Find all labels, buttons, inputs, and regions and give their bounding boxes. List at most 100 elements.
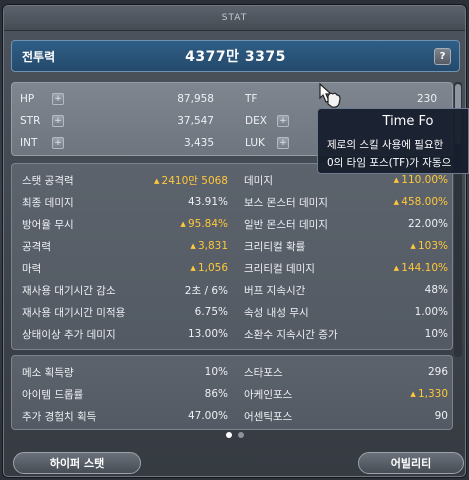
page-dot-2[interactable] <box>237 432 244 438</box>
stat-label: 소환수 지속시간 증가 <box>244 328 338 341</box>
stat-label: DEX <box>245 115 267 127</box>
stat-value: 95.84% <box>180 218 228 230</box>
detail-row: 보스 몬스터 데미지 458.00% <box>244 192 448 212</box>
combat-power-value: 4377만 3375 <box>185 49 286 65</box>
stat-label: 추가 경험치 획득 <box>22 410 97 423</box>
stat-label: 크리티컬 확률 <box>244 240 306 253</box>
stat-value: 110.00% <box>394 174 448 186</box>
stat-label: 버프 지속시간 <box>244 284 306 297</box>
plus-icon[interactable]: + <box>277 137 289 149</box>
detail-stats-panel: 스탯 공격력 2410만 5068 데미지 110.00% 최종 데미지 43.… <box>11 163 453 350</box>
stat-value: 458.00% <box>394 196 448 208</box>
plus-icon[interactable]: + <box>52 115 64 127</box>
hand-cursor-icon <box>319 82 341 108</box>
detail-row: 속성 내성 무시 1.00% <box>244 302 448 322</box>
stat-value: 90 <box>434 410 448 422</box>
stat-value: 22.00% <box>407 218 448 230</box>
stat-value: 10% <box>424 328 448 340</box>
stat-label: 크리티컬 데미지 <box>244 262 315 275</box>
ability-button[interactable]: 어빌리티 <box>358 452 464 474</box>
stat-label: 데미지 <box>244 174 273 187</box>
stat-value: 2초 / 6% <box>184 284 228 297</box>
detail-row: 상태이상 추가 데미지 13.00% <box>22 324 228 344</box>
page-indicator <box>4 432 465 438</box>
stat-value: 87,958 <box>177 93 214 105</box>
stat-label: 보스 몬스터 데미지 <box>244 196 328 209</box>
detail-row: 최종 데미지 43.91% <box>22 192 228 212</box>
stat-value: 296 <box>427 366 448 378</box>
detail-row: 방어율 무시 95.84% <box>22 214 228 234</box>
detail-row: 스탯 공격력 2410만 5068 <box>22 170 228 190</box>
stat-value: 6.75% <box>194 306 228 318</box>
stat-row-hp: HP + 87,958 <box>20 89 214 109</box>
stat-label: 방어율 무시 <box>22 218 74 231</box>
stat-value: 3,435 <box>183 137 214 149</box>
stat-label: 어센틱포스 <box>244 410 293 423</box>
stat-label: 공격력 <box>22 240 51 253</box>
detail-row: 마력 1,056 <box>22 258 228 278</box>
stat-label: 아케인포스 <box>244 388 293 401</box>
tooltip-line-1: 제로의 스킬 사용에 필요한 <box>327 139 444 151</box>
detail-row: 크리티컬 데미지 144.10% <box>244 258 448 278</box>
stat-label: 재사용 대기시간 미적용 <box>22 306 126 319</box>
detail-row: 일반 몬스터 데미지 22.00% <box>244 214 448 234</box>
stat-value: 3,831 <box>190 240 228 252</box>
stat-label: 마력 <box>22 262 42 275</box>
detail-row: 소환수 지속시간 증가 10% <box>244 324 448 344</box>
window-title[interactable]: STAT <box>4 6 465 31</box>
stat-value: 1,056 <box>190 262 228 274</box>
stat-value: 1.00% <box>414 306 448 318</box>
stat-value: 230 <box>416 93 437 105</box>
detail-row: 재사용 대기시간 감소 2초 / 6% <box>22 280 228 300</box>
stat-label: 아이템 드롭률 <box>22 388 84 401</box>
tooltip-title: Time Fo <box>382 114 434 129</box>
tooltip-line-2: 0의 타임 포스(TF)가 자동으 <box>327 157 452 169</box>
hyper-stat-button[interactable]: 하이퍼 스탯 <box>13 452 141 474</box>
stat-value: 13.00% <box>187 328 228 340</box>
tooltip: Time Fo 제로의 스킬 사용에 필요한 0의 타임 포스(TF)가 자동으 <box>317 108 469 174</box>
extra-row: 추가 경험치 획득 47.00% <box>22 406 228 426</box>
stat-row-str: STR + 37,547 <box>20 111 214 131</box>
stat-label: LUK <box>245 137 265 149</box>
stat-label: STR <box>20 115 41 127</box>
stat-label: 메소 획득량 <box>22 366 74 379</box>
stat-value: 144.10% <box>394 262 448 274</box>
stat-value: 47.00% <box>187 410 228 422</box>
stat-value: 48% <box>424 284 448 296</box>
stat-label: 상태이상 추가 데미지 <box>22 328 116 341</box>
extra-row: 어센틱포스 90 <box>244 406 448 426</box>
stat-value: 1,330 <box>410 388 448 400</box>
stat-label: 최종 데미지 <box>22 196 74 209</box>
stat-label: 스타포스 <box>244 366 283 379</box>
extra-row: 메소 획득량 10% <box>22 362 228 382</box>
extra-row: 스타포스 296 <box>244 362 448 382</box>
stat-row-int: INT + 3,435 <box>20 133 214 153</box>
stat-window: STAT 전투력 4377만 3375 ? HP + 87,958 TF 230… <box>3 5 466 477</box>
combat-power-bar: 전투력 4377만 3375 ? <box>11 40 460 72</box>
extra-row: 아케인포스 1,330 <box>244 384 448 404</box>
detail-row: 버프 지속시간 48% <box>244 280 448 300</box>
plus-icon[interactable]: + <box>52 137 64 149</box>
stat-label: INT <box>20 137 38 149</box>
stat-value: 86% <box>204 388 228 400</box>
stat-label: 스탯 공격력 <box>22 174 74 187</box>
extra-stats-panel: 메소 획득량 10% 스타포스 296 아이템 드롭률 86% 아케인포스 1,… <box>11 355 453 430</box>
stat-value: 43.91% <box>187 196 228 208</box>
stat-value: 37,547 <box>177 115 214 127</box>
detail-row: 재사용 대기시간 미적용 6.75% <box>22 302 228 322</box>
stat-label: 속성 내성 무시 <box>244 306 309 319</box>
stat-value: 103% <box>410 240 448 252</box>
stat-value: 2410만 5068 <box>154 173 228 188</box>
plus-icon[interactable]: + <box>277 115 289 127</box>
stat-label: HP <box>20 93 35 105</box>
stat-label: 일반 몬스터 데미지 <box>244 218 328 231</box>
detail-row: 크리티컬 확률 103% <box>244 236 448 256</box>
extra-row: 아이템 드롭률 86% <box>22 384 228 404</box>
stat-value: 10% <box>204 366 228 378</box>
stat-label: TF <box>245 93 258 105</box>
question-icon[interactable]: ? <box>434 48 451 65</box>
stat-label: 재사용 대기시간 감소 <box>22 284 116 297</box>
plus-icon[interactable]: + <box>52 93 64 105</box>
page-dot-1[interactable] <box>225 432 232 438</box>
detail-row: 공격력 3,831 <box>22 236 228 256</box>
